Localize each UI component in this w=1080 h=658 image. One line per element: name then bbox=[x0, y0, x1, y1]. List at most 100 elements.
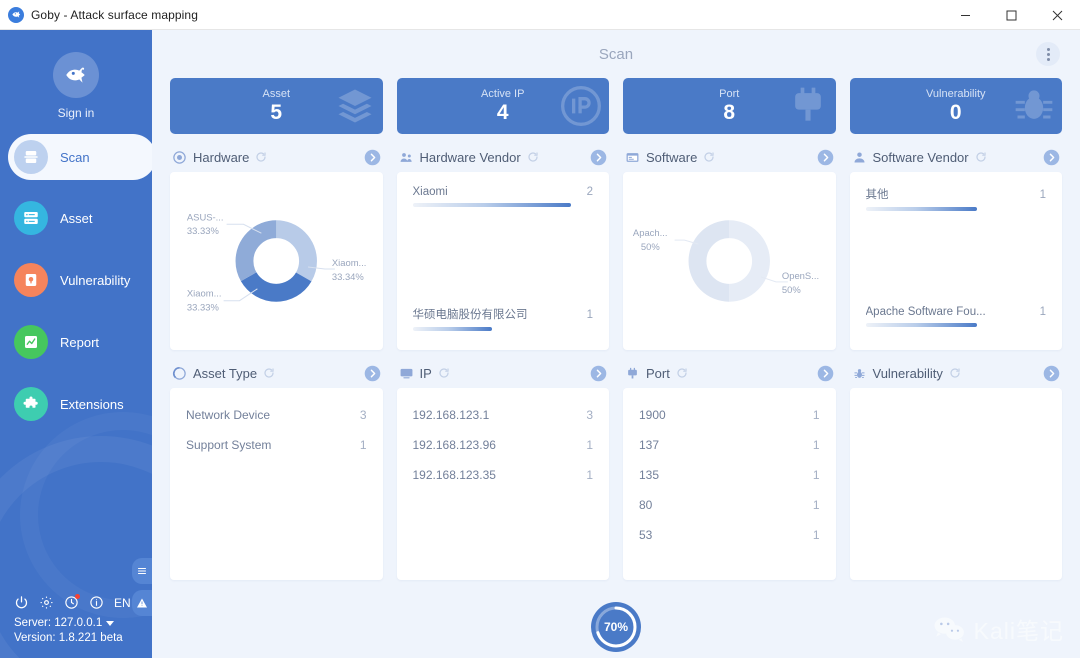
refresh-icon[interactable] bbox=[438, 367, 450, 379]
chevron-right-circle-icon[interactable] bbox=[817, 149, 834, 166]
item-label: 192.168.123.35 bbox=[412, 468, 496, 482]
panel-vulnerability: Vulnerability bbox=[849, 350, 1062, 580]
item-label: 192.168.123.96 bbox=[412, 438, 496, 452]
panel-body: 1900 1 137 1 135 1 80 1 53 1 bbox=[623, 388, 836, 580]
sign-in-label: Sign in bbox=[57, 106, 95, 120]
item-count: 1 bbox=[812, 408, 820, 422]
hardware-donut-chart: ASUS-... 33.33% Xiaom... 33.34% Xiaom...… bbox=[170, 172, 383, 350]
sidebar-item-extensions[interactable]: Extensions bbox=[0, 380, 152, 428]
list-item[interactable]: 1900 1 bbox=[639, 400, 820, 430]
info-icon[interactable] bbox=[89, 595, 104, 610]
sign-in-block[interactable]: Sign in bbox=[0, 30, 152, 134]
window-title: Goby - Attack surface mapping bbox=[31, 7, 198, 22]
sidebar-side-tabs bbox=[132, 558, 152, 622]
layers-icon bbox=[333, 84, 377, 128]
item-count: 1 bbox=[586, 438, 593, 452]
list-item[interactable]: 192.168.123.1 3 bbox=[413, 400, 594, 430]
watermark: Kali笔记 bbox=[932, 612, 1064, 646]
panel-body bbox=[849, 388, 1062, 580]
more-vertical-icon[interactable] bbox=[1036, 42, 1060, 66]
gear-icon[interactable] bbox=[39, 595, 54, 610]
ip-icon bbox=[559, 84, 603, 128]
stat-card-asset[interactable]: Asset 5 bbox=[170, 78, 383, 134]
watermark-text: Kali笔记 bbox=[973, 618, 1064, 644]
bar-row[interactable]: 其他 1 bbox=[865, 186, 1046, 211]
chevron-right-circle-icon[interactable] bbox=[1043, 149, 1060, 166]
list-item[interactable]: 135 1 bbox=[639, 460, 820, 490]
donut-slice-value: 33.33% bbox=[187, 302, 220, 313]
list-item[interactable]: 137 1 bbox=[639, 430, 820, 460]
sidebar-nav: Scan Asset Vulnerability Report Extensio… bbox=[0, 134, 152, 442]
power-icon[interactable] bbox=[14, 595, 29, 610]
menu-tab-button[interactable] bbox=[132, 558, 152, 584]
stat-cards: Asset 5 Active IP 4 Port 8 Vulnerability… bbox=[152, 78, 1080, 134]
stat-label: Port bbox=[719, 87, 740, 100]
sidebar-item-asset[interactable]: Asset bbox=[0, 194, 152, 242]
item-count: 1 bbox=[359, 438, 367, 452]
sidebar-item-label: Vulnerability bbox=[60, 272, 131, 288]
person-icon bbox=[852, 150, 867, 165]
panel-asset-type: Asset Type Network Device 3 Support Syst… bbox=[170, 350, 383, 580]
bar-row[interactable]: 华硕电脑股份有限公司 1 bbox=[412, 306, 593, 331]
software-vendor-bars: 其他 1 Apache Software Fou... 1 bbox=[850, 172, 1063, 350]
port-list: 1900 1 137 1 135 1 80 1 53 1 bbox=[623, 388, 836, 562]
refresh-icon[interactable] bbox=[703, 151, 715, 163]
bar-label: Apache Software Fou... bbox=[865, 306, 986, 318]
chevron-right-circle-icon[interactable] bbox=[590, 365, 607, 382]
panel-ip: IP 192.168.123.1 3 192.168.123.96 1 192.… bbox=[396, 350, 609, 580]
panel-header: Asset Type bbox=[170, 358, 383, 388]
refresh-icon[interactable] bbox=[949, 367, 961, 379]
list-item[interactable]: 53 1 bbox=[639, 520, 820, 550]
stat-card-port[interactable]: Port 8 bbox=[623, 78, 836, 134]
maximize-button[interactable] bbox=[988, 0, 1034, 30]
sidebar-item-scan[interactable]: Scan bbox=[8, 134, 152, 180]
scan-progress-badge[interactable]: 70% bbox=[589, 600, 643, 654]
panel-header: Software bbox=[623, 142, 836, 172]
clock-icon[interactable] bbox=[64, 594, 80, 610]
warning-tab-button[interactable] bbox=[132, 590, 152, 616]
target-circle-icon bbox=[172, 150, 187, 165]
refresh-icon[interactable] bbox=[263, 367, 275, 379]
list-item[interactable]: Network Device 3 bbox=[186, 400, 367, 430]
refresh-icon[interactable] bbox=[255, 151, 267, 163]
goby-fish-avatar-icon bbox=[53, 52, 99, 98]
report-icon bbox=[14, 325, 48, 359]
stat-card-active-ip[interactable]: Active IP 4 bbox=[396, 78, 609, 134]
stat-value: 5 bbox=[270, 100, 283, 124]
asset-icon bbox=[14, 201, 48, 235]
bar-row[interactable]: Xiaomi 2 bbox=[412, 186, 593, 207]
notification-badge bbox=[75, 594, 80, 599]
item-label: Support System bbox=[186, 438, 272, 452]
chevron-right-circle-icon[interactable] bbox=[364, 365, 381, 382]
goby-fish-logo-icon bbox=[8, 6, 24, 23]
close-button[interactable] bbox=[1034, 0, 1080, 30]
list-item[interactable]: Support System 1 bbox=[186, 430, 367, 460]
chevron-right-circle-icon[interactable] bbox=[364, 149, 381, 166]
chevron-right-circle-icon[interactable] bbox=[590, 149, 607, 166]
list-item[interactable]: 80 1 bbox=[639, 490, 820, 520]
sidebar-item-vulnerability[interactable]: Vulnerability bbox=[0, 256, 152, 304]
refresh-icon[interactable] bbox=[527, 151, 539, 163]
sidebar-item-report[interactable]: Report bbox=[0, 318, 152, 366]
bar-row[interactable]: Apache Software Fou... 1 bbox=[865, 306, 1046, 327]
stat-label: Vulnerability bbox=[925, 87, 986, 100]
stat-card-vulnerability[interactable]: Vulnerability 0 bbox=[849, 78, 1062, 134]
donut-slice-value: 50% bbox=[782, 284, 801, 295]
item-label: 135 bbox=[639, 468, 660, 482]
minimize-button[interactable] bbox=[942, 0, 988, 30]
scan-icon bbox=[14, 140, 48, 174]
panel-row-top: Hardware ASUS-... 33.33% Xiaom... 33.34%… bbox=[152, 134, 1080, 350]
panel-header: Software Vendor bbox=[850, 142, 1063, 172]
bar-label: 华硕电脑股份有限公司 bbox=[412, 309, 528, 321]
sidebar-item-label: Extensions bbox=[60, 396, 124, 412]
list-item[interactable]: 192.168.123.35 1 bbox=[413, 460, 594, 490]
chevron-right-circle-icon[interactable] bbox=[1043, 365, 1060, 382]
monitor-icon bbox=[399, 366, 414, 381]
refresh-icon[interactable] bbox=[676, 367, 688, 379]
warning-triangle-icon bbox=[136, 597, 148, 609]
chevron-right-circle-icon[interactable] bbox=[817, 365, 834, 382]
panel-software-vendor: Software Vendor 其他 1 Apache Software Fou… bbox=[849, 134, 1063, 350]
server-label: Server: 127.0.0.1 bbox=[14, 617, 103, 629]
refresh-icon[interactable] bbox=[975, 151, 987, 163]
list-item[interactable]: 192.168.123.96 1 bbox=[413, 430, 594, 460]
